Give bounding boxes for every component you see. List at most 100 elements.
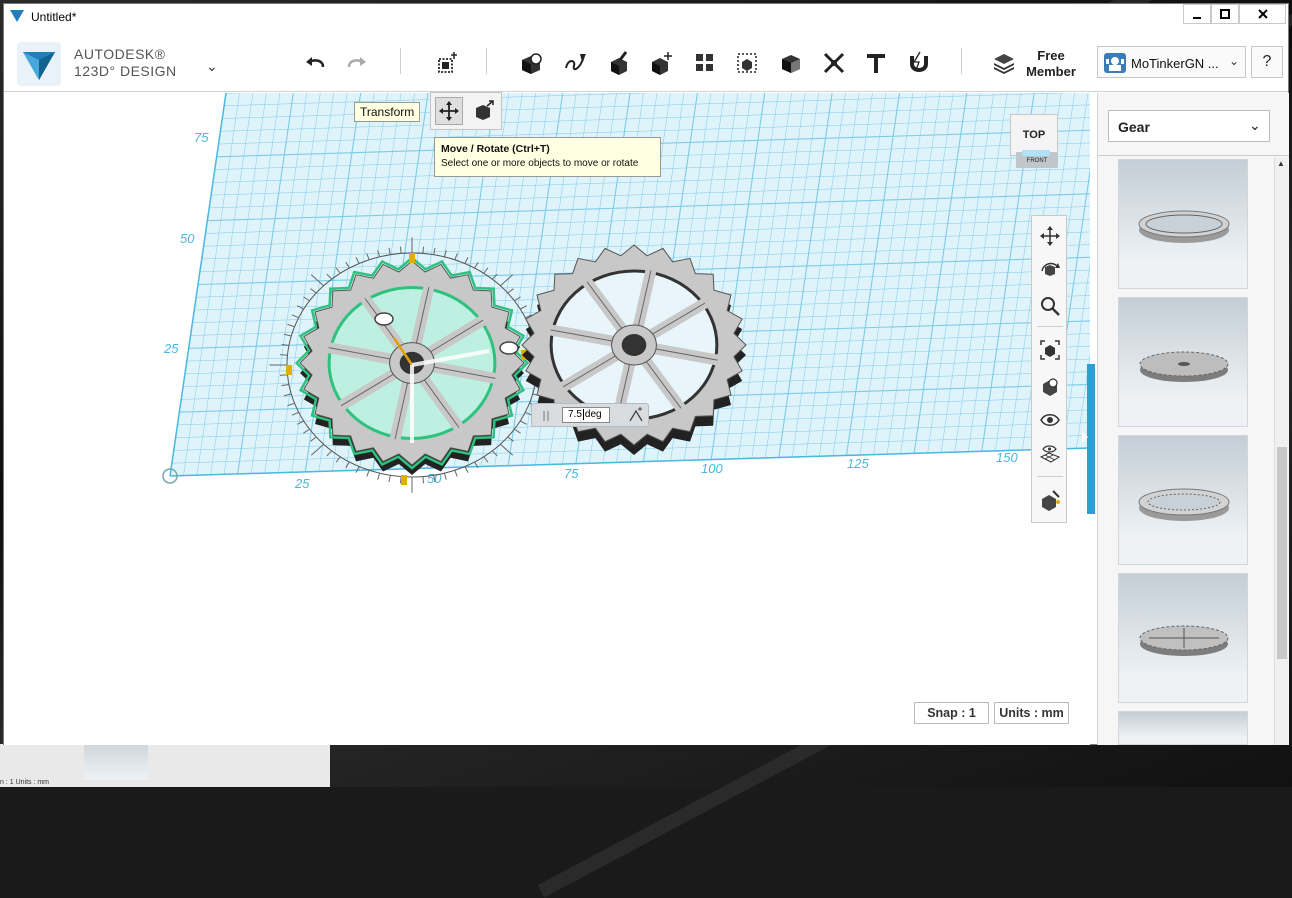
parts-library-panel: Gear ⌄ ▲ xyxy=(1097,93,1289,745)
modify-button[interactable] xyxy=(646,48,676,78)
eye-icon xyxy=(1040,414,1060,426)
move-rotate-tooltip: Move / Rotate (Ctrl+T) Select one or mor… xyxy=(434,137,661,177)
rotate-handle-marker xyxy=(286,365,292,375)
snap-button[interactable] xyxy=(904,48,934,78)
measure-button[interactable] xyxy=(819,48,849,78)
rotate-angle-input[interactable]: 7.5 deg xyxy=(562,407,610,423)
maximize-button[interactable] xyxy=(1211,4,1239,24)
transform-button[interactable] xyxy=(432,48,462,78)
pan-icon xyxy=(1040,226,1060,246)
selected-gear[interactable] xyxy=(269,237,555,493)
materials-button[interactable] xyxy=(989,48,1019,78)
scroll-up-icon[interactable]: ▲ xyxy=(1277,159,1285,168)
close-icon xyxy=(1257,9,1268,19)
move-rotate-button[interactable] xyxy=(434,97,463,125)
material-button[interactable] xyxy=(1036,486,1064,514)
spur-gear-thumb[interactable] xyxy=(1118,297,1248,427)
maximize-icon xyxy=(1220,9,1230,19)
grouping-button[interactable] xyxy=(732,48,762,78)
sketch-button[interactable] xyxy=(560,48,590,78)
text-button[interactable] xyxy=(861,48,891,78)
visibility-button[interactable] xyxy=(1036,406,1064,434)
angle-value: 7.5 xyxy=(568,409,582,420)
redo-button[interactable] xyxy=(342,48,372,78)
x-tick-label: 125 xyxy=(847,456,869,471)
primitives-icon xyxy=(522,53,542,74)
category-dropdown[interactable]: Gear ⌄ xyxy=(1108,110,1270,142)
snap-setting[interactable]: Snap : 1 xyxy=(914,702,989,724)
spur-gear-icon xyxy=(1139,351,1229,382)
minimize-button[interactable] xyxy=(1183,4,1211,24)
angle-snap-icon[interactable] xyxy=(628,407,644,423)
title-bar[interactable]: Untitled* xyxy=(4,4,1288,30)
orbit-icon xyxy=(1041,262,1060,276)
user-account-dropdown[interactable]: MoTinkerGN ... ⌄ xyxy=(1097,46,1246,78)
undo-icon xyxy=(306,57,325,68)
perspective-button[interactable] xyxy=(1036,372,1064,400)
zoom-button[interactable] xyxy=(1036,292,1064,320)
rotate-handle-marker xyxy=(401,475,407,485)
main-toolbar: AUTODESK® 123D° DESIGN ⌄ Free Member MoT… xyxy=(4,30,1288,92)
window-controls xyxy=(1183,4,1286,24)
grid-visibility-button[interactable] xyxy=(1036,440,1064,468)
robot-avatar-icon xyxy=(1106,57,1124,71)
free-member-link[interactable]: Free Member xyxy=(1018,48,1084,80)
undo-button[interactable] xyxy=(300,48,330,78)
nav-separator xyxy=(1037,326,1063,327)
perspective-icon xyxy=(1043,378,1058,396)
combine-button[interactable] xyxy=(776,48,806,78)
view-cube[interactable]: TOP FRONT xyxy=(1010,114,1062,172)
units-setting[interactable]: Units : mm xyxy=(994,702,1069,724)
app-menu-chevron-icon[interactable]: ⌄ xyxy=(206,58,218,75)
free-member-line2: Member xyxy=(1026,64,1076,79)
tooltip-description: Select one or more objects to move or ro… xyxy=(441,158,639,169)
gear-thumb-5[interactable] xyxy=(1118,711,1248,745)
rotate-tick xyxy=(443,473,447,480)
ring-gear-thumb[interactable] xyxy=(1118,159,1248,289)
scale-icon xyxy=(475,100,494,120)
x-tick-label: 150 xyxy=(996,450,1018,465)
spur-gear-thumb-2[interactable] xyxy=(1118,573,1248,703)
gear-hole xyxy=(621,334,647,356)
view-cube-highlight xyxy=(1022,150,1050,156)
rotate-tick xyxy=(399,246,402,254)
window-title: Untitled* xyxy=(31,10,77,24)
app-logo[interactable] xyxy=(17,42,61,86)
ring-gear-thumb-2[interactable] xyxy=(1118,435,1248,565)
toolbar-separator xyxy=(400,48,401,74)
primitives-button[interactable] xyxy=(516,48,546,78)
panel-divider xyxy=(1098,155,1289,156)
panel-collapse-handle[interactable] xyxy=(1087,364,1095,514)
rotate-tick xyxy=(279,354,288,356)
navigation-bar xyxy=(1031,215,1067,523)
transform-tooltip: Transform xyxy=(354,102,421,122)
grid-eye-icon xyxy=(1039,445,1061,463)
pattern-button[interactable] xyxy=(690,48,720,78)
chevron-down-icon: ⌄ xyxy=(1249,117,1261,133)
tooltip-title: Move / Rotate (Ctrl+T) xyxy=(441,143,550,155)
combine-icon xyxy=(782,55,800,73)
scroll-thumb[interactable] xyxy=(1277,447,1287,659)
pan-button[interactable] xyxy=(1036,222,1064,250)
fit-button[interactable] xyxy=(1036,336,1064,364)
app-title-icon xyxy=(10,10,24,22)
material-bucket-icon xyxy=(1042,490,1060,511)
orbit-button[interactable] xyxy=(1036,256,1064,284)
toolbar-separator xyxy=(961,48,962,74)
smart-scale-button[interactable] xyxy=(470,97,498,125)
x-tick-label: 25 xyxy=(294,476,310,491)
close-button[interactable] xyxy=(1239,4,1286,24)
grouping-icon xyxy=(737,53,757,73)
construct-button[interactable] xyxy=(604,48,634,78)
redo-icon xyxy=(347,57,366,68)
panel-collapse-arrow-icon xyxy=(1082,431,1088,443)
panel-scrollbar[interactable]: ▲ xyxy=(1274,157,1288,745)
y-tick-label: 75 xyxy=(194,130,209,145)
help-button[interactable]: ? xyxy=(1251,46,1283,78)
transform-submenu xyxy=(430,92,502,130)
background-window xyxy=(0,744,330,787)
spur-gear-icon-2 xyxy=(1139,625,1229,656)
angle-unit: deg xyxy=(582,409,602,420)
rotate-grip xyxy=(499,341,519,355)
drag-grip-icon xyxy=(543,411,549,421)
